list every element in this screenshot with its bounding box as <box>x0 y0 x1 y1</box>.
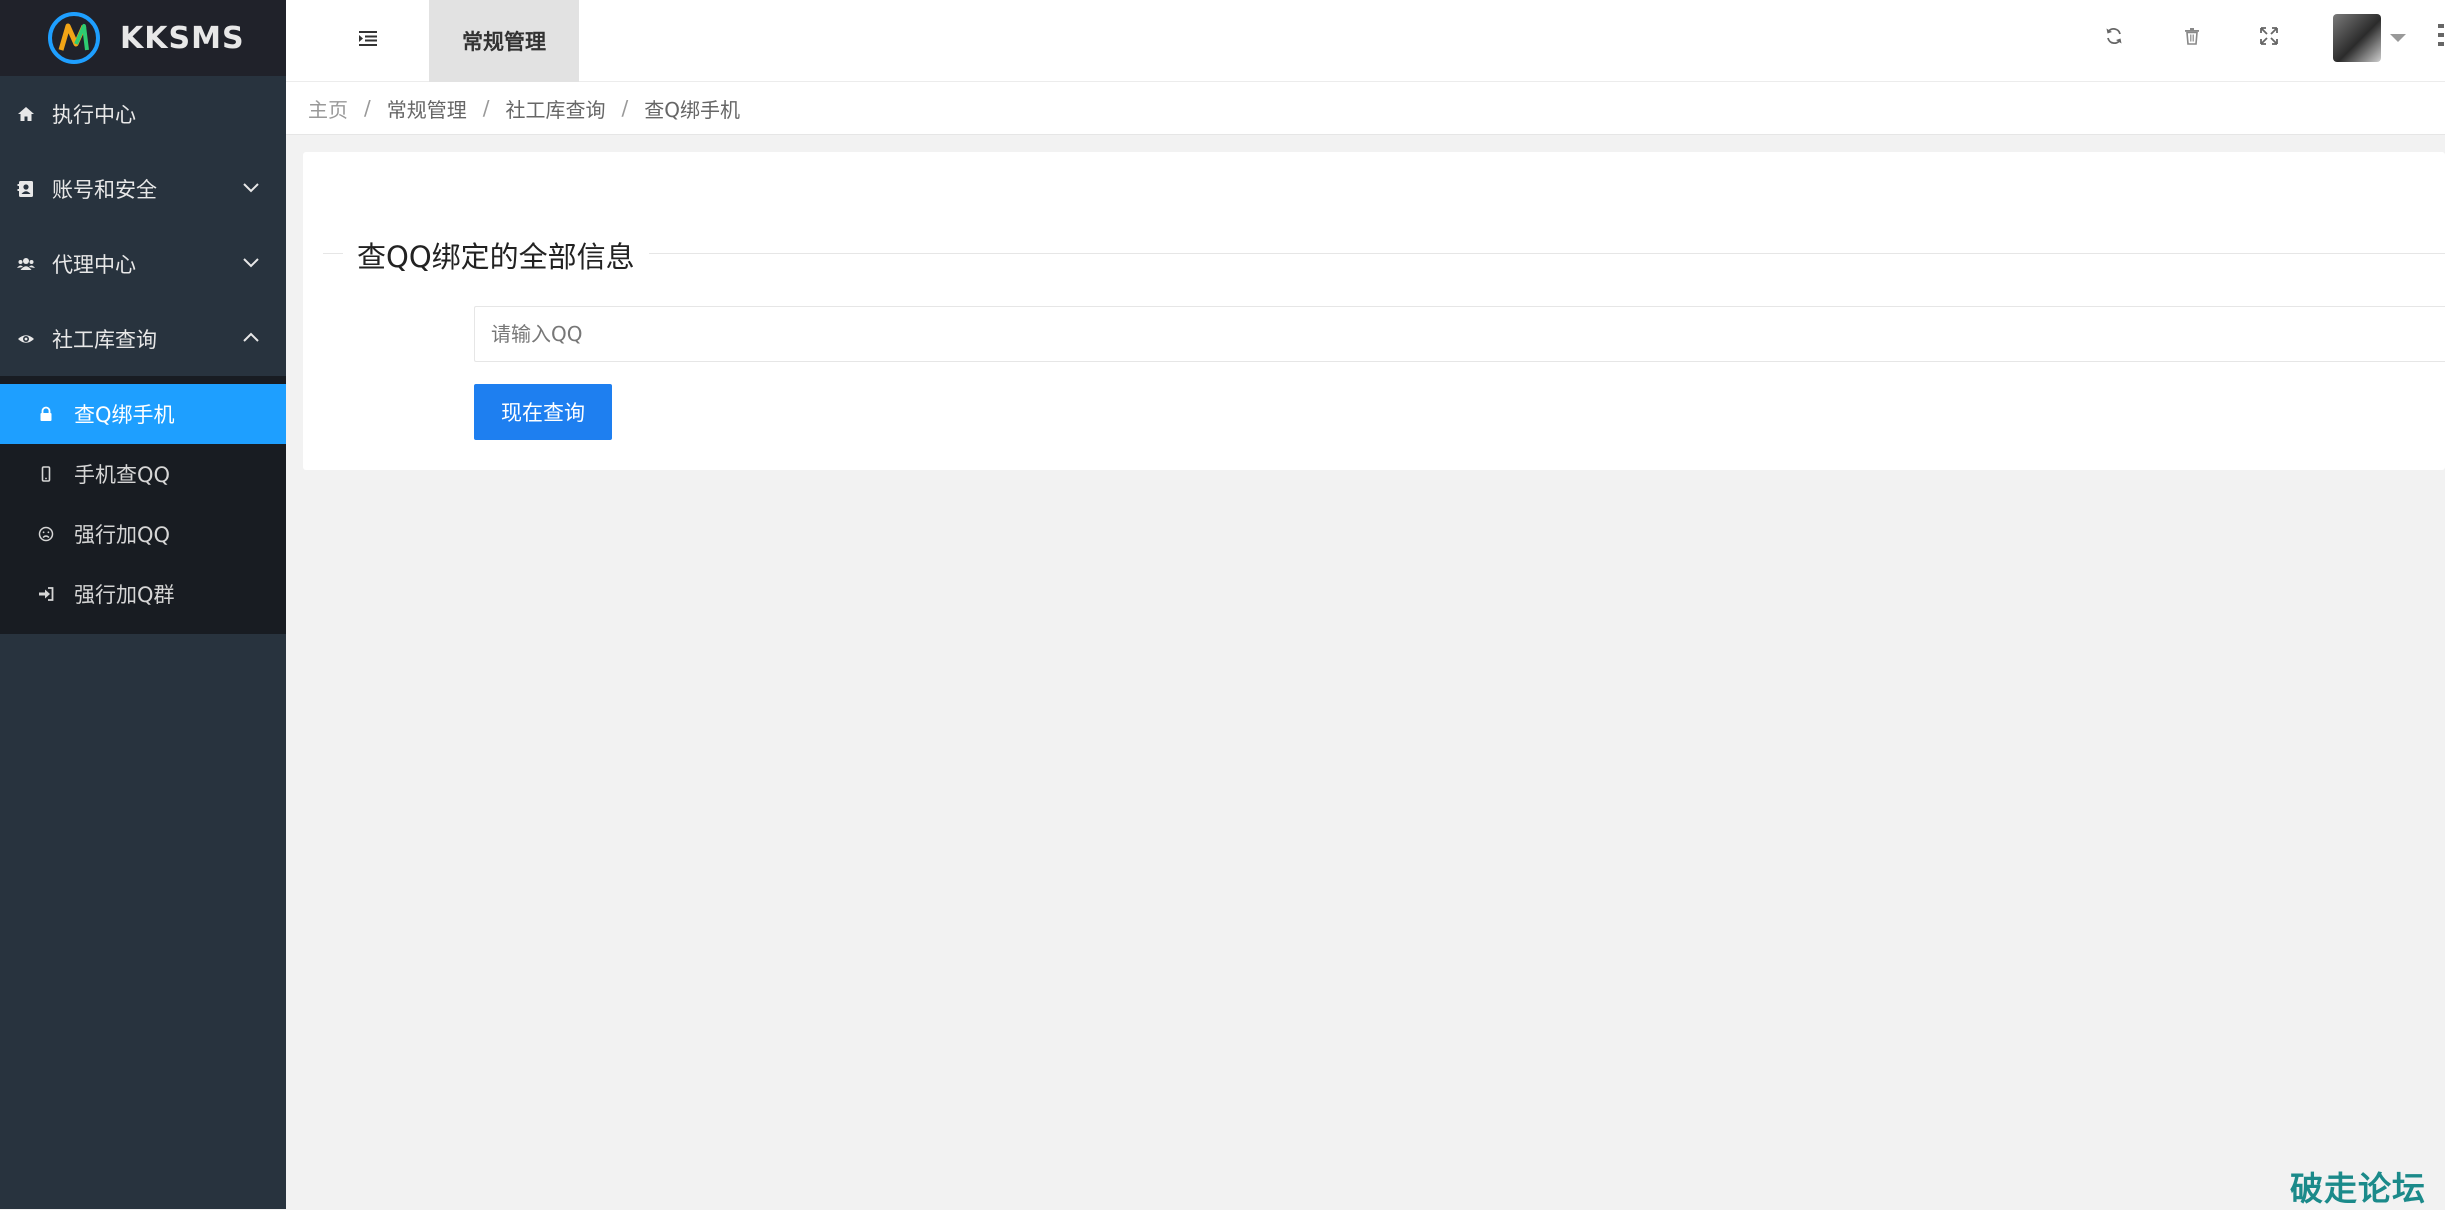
breadcrumb-item[interactable]: 社工库查询 <box>506 94 606 123</box>
query-now-button[interactable]: 现在查询 <box>474 384 612 440</box>
home-icon <box>16 104 36 124</box>
breadcrumb-home[interactable]: 主页 <box>308 94 348 123</box>
fullscreen-icon <box>2260 27 2278 45</box>
tab-general-management[interactable]: 常规管理 <box>429 0 579 82</box>
trash-icon <box>2185 28 2199 45</box>
query-card: 查QQ绑定的全部信息 现在查询 <box>303 152 2445 470</box>
sidebar-item-account-security[interactable]: 账号和安全 <box>0 151 286 226</box>
sidebar-item-label: 账号和安全 <box>52 177 157 202</box>
more-icon[interactable] <box>2438 24 2444 50</box>
breadcrumb-separator: / <box>364 96 371 120</box>
sidebar-subitem-force-add-qgroup[interactable]: 强行加Q群 <box>0 564 286 624</box>
breadcrumb-separator: / <box>621 96 629 120</box>
breadcrumb-current: 查Q绑手机 <box>644 97 740 122</box>
sidebar-item-label: 执行中心 <box>52 102 136 127</box>
submenu-item-label: 强行加Q群 <box>74 583 175 607</box>
submenu-item-label: 强行加QQ <box>74 523 171 547</box>
users-icon <box>16 254 36 274</box>
sidebar-subitem-q-bind-phone[interactable]: 查Q绑手机 <box>0 384 286 444</box>
chevron-down-icon <box>243 258 259 268</box>
submenu-item-label: 查Q绑手机 <box>74 403 175 427</box>
logo[interactable]: KKSMS <box>0 0 286 76</box>
lock-icon <box>38 406 54 422</box>
clear-button[interactable] <box>2178 22 2206 50</box>
chevron-down-icon <box>243 183 259 193</box>
breadcrumb-separator: / <box>482 96 490 120</box>
refresh-icon <box>2106 27 2122 45</box>
eye-icon <box>16 329 36 349</box>
sidebar-subitem-force-add-qq[interactable]: 强行加QQ <box>0 504 286 564</box>
sidebar-item-agent-center[interactable]: 代理中心 <box>0 226 286 301</box>
watermark: 破走论坛 <box>2290 1169 2426 1208</box>
chevron-up-icon <box>243 332 259 342</box>
indent-icon <box>359 31 377 46</box>
qq-input[interactable] <box>474 306 2445 362</box>
sidebar-item-social-db-query[interactable]: 社工库查询 <box>0 301 286 376</box>
form-legend: 查QQ绑定的全部信息 <box>343 234 649 276</box>
sidebar-item-execution-center[interactable]: 执行中心 <box>0 76 286 151</box>
submenu-item-label: 手机查QQ <box>74 463 171 487</box>
frown-icon <box>38 526 54 542</box>
app-name: KKSMS <box>120 20 245 56</box>
address-book-icon <box>16 179 36 199</box>
refresh-button[interactable] <box>2100 22 2128 50</box>
avatar[interactable] <box>2333 14 2381 62</box>
fullscreen-button[interactable] <box>2255 22 2283 50</box>
top-header: 常规管理 <box>286 0 2445 82</box>
breadcrumb-item[interactable]: 常规管理 <box>387 94 467 123</box>
sidebar: KKSMS 执行中心 账号和安全 代理中心 社工库查询 查Q绑手机 手机查QQ … <box>0 0 286 1209</box>
sign-in-icon <box>38 586 54 602</box>
breadcrumb: 主页 / 常规管理 / 社工库查询 / 查Q绑手机 <box>286 82 2445 135</box>
sidebar-toggle-button[interactable] <box>354 24 382 52</box>
logo-icon <box>48 12 100 64</box>
submenu-social-db: 查Q绑手机 手机查QQ 强行加QQ 强行加Q群 <box>0 376 286 634</box>
sidebar-item-label: 代理中心 <box>52 252 136 277</box>
mobile-icon <box>38 466 54 482</box>
sidebar-subitem-phone-find-qq[interactable]: 手机查QQ <box>0 444 286 504</box>
sidebar-item-label: 社工库查询 <box>52 327 157 352</box>
chevron-down-icon[interactable] <box>2390 34 2406 42</box>
